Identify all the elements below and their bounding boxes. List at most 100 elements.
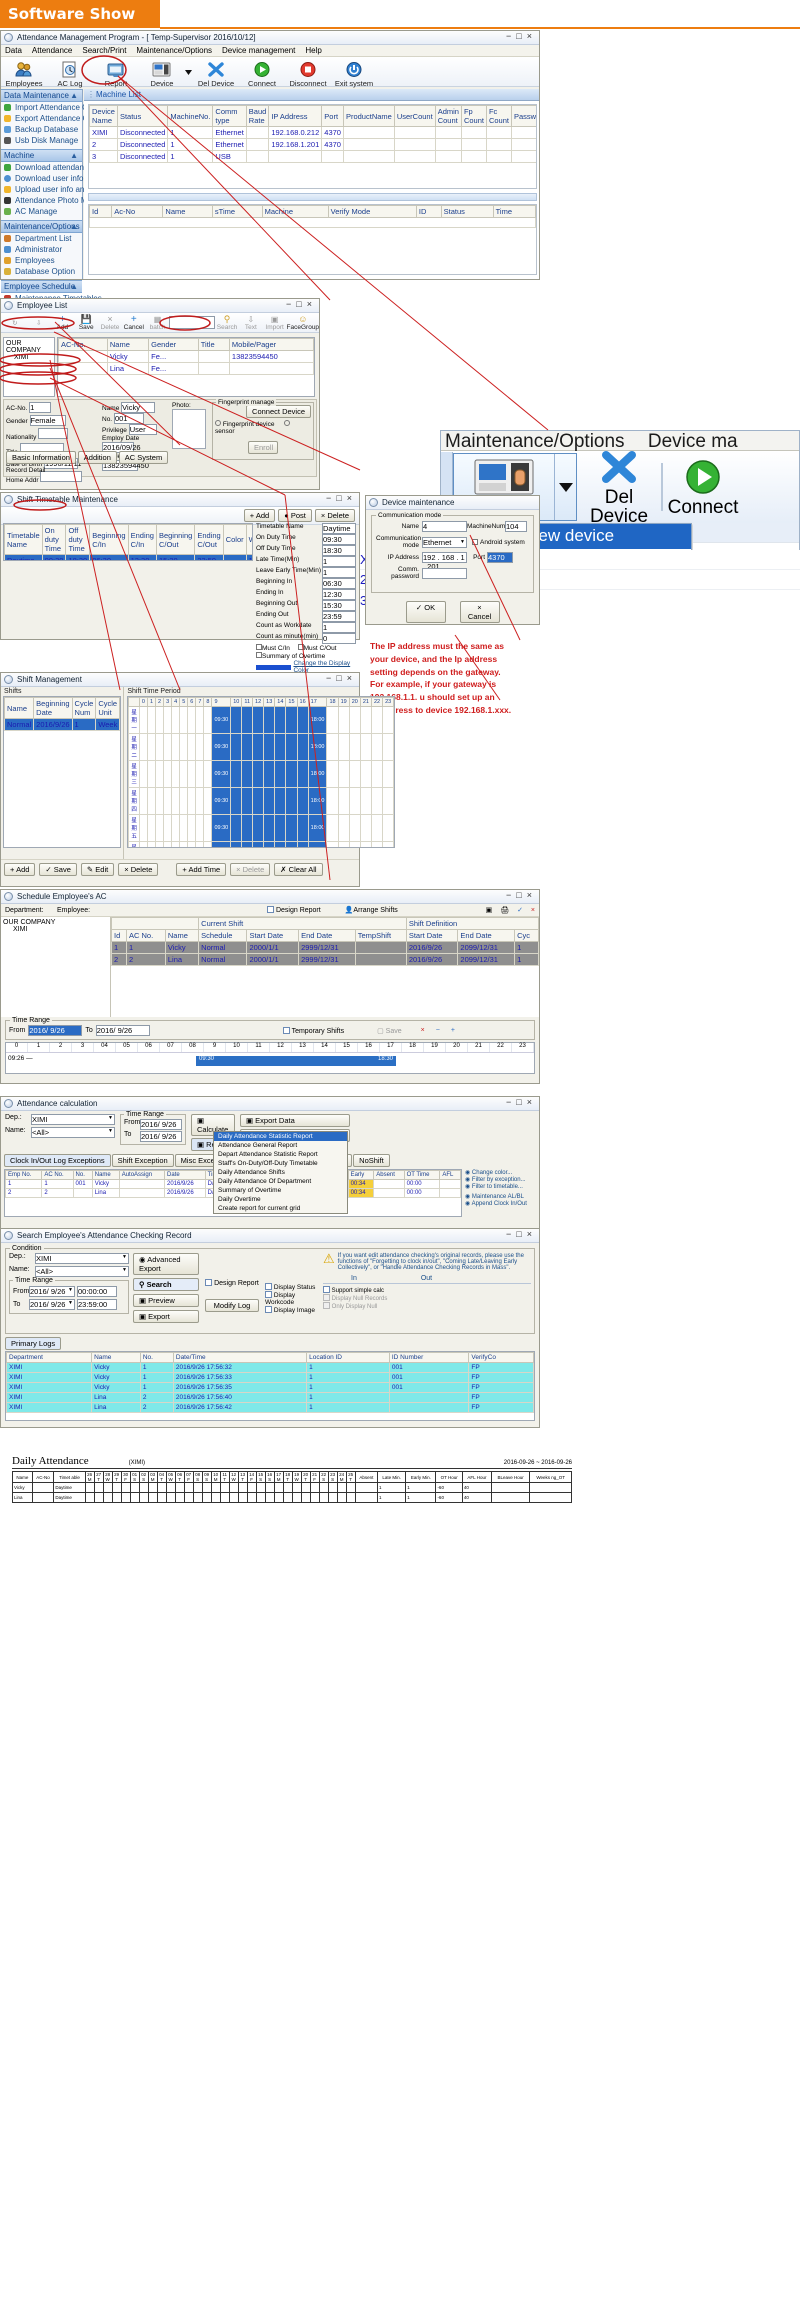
hour-cell[interactable] xyxy=(359,787,372,815)
toolbar-connect[interactable]: Connect xyxy=(239,57,285,88)
sidebar-item-usb-disk-manage[interactable]: Usb Disk Manage xyxy=(1,135,82,146)
hour-cell[interactable] xyxy=(382,841,395,847)
shift-start-cell[interactable]: 09:30 xyxy=(211,760,232,788)
table-row[interactable]: Daytime 09:30 18:30 06:30 12:30 15:30 23:59 1 xyxy=(4,554,252,560)
table-row[interactable]: XIMI Vicky 1 2016/9/26 17:56:33 1 001 FP xyxy=(6,1372,534,1383)
link-filter-by-exception[interactable]: ◉ Filter by exception... xyxy=(465,1176,536,1183)
save-button[interactable]: 💾 Save xyxy=(74,314,98,331)
table-row[interactable]: XIMI Lina 2 2016/9/26 17:56:40 1 FP xyxy=(6,1392,534,1403)
hour-cell[interactable] xyxy=(203,814,213,842)
table-row[interactable]: XIMI Lina 2 2016/9/26 17:56:42 1 FP xyxy=(6,1402,534,1413)
cancel-button[interactable]: × Cancel xyxy=(459,601,500,623)
toolbar-report[interactable]: Report xyxy=(93,57,139,88)
hour-cell[interactable] xyxy=(187,760,197,788)
toolbar-exit-system[interactable]: Exit system xyxy=(331,57,377,88)
table-row[interactable]: 3 Disconnected 1 USB xyxy=(89,150,536,163)
hour-cell[interactable] xyxy=(285,733,298,761)
hour-cell[interactable] xyxy=(285,841,298,847)
hour-cell[interactable] xyxy=(138,760,148,788)
hour-cell[interactable] xyxy=(230,814,243,842)
calc-side-links[interactable]: ◉ Change color... ◉ Filter by exception.… xyxy=(462,1169,536,1217)
hour-cell[interactable] xyxy=(359,733,372,761)
sidebar-item-import-data[interactable]: Import Attendance Checking Data xyxy=(1,102,135,113)
timetable-name-input[interactable]: Daytime xyxy=(322,523,356,534)
hour-cell[interactable] xyxy=(348,787,361,815)
hour-cell[interactable] xyxy=(179,760,189,788)
hour-cell[interactable] xyxy=(370,733,384,761)
leave-early-input[interactable]: 1 xyxy=(322,567,356,578)
hour-cell[interactable] xyxy=(230,706,243,734)
table-row[interactable]: XIMI Vicky 1 2016/9/26 17:56:32 1 001 FP xyxy=(6,1362,534,1373)
schedule-ac-actions[interactable]: ▣ 🖨 ✓ × xyxy=(486,906,535,914)
table-row[interactable]: Normal 2016/9/26 1 Week xyxy=(4,718,121,731)
table-row[interactable]: XIMI Vicky 1 2016/9/26 17:56:35 1 001 FP xyxy=(6,1382,534,1393)
hour-cell[interactable] xyxy=(337,841,350,847)
hour-cell[interactable] xyxy=(187,814,197,842)
sidebar-item-backup-database[interactable]: Backup Database xyxy=(1,124,82,135)
hour-cell[interactable] xyxy=(146,814,157,842)
report-menu-item-4[interactable]: Daily Attendance Shifts xyxy=(214,1168,347,1177)
hour-cell[interactable] xyxy=(230,787,243,815)
employee-search-input[interactable] xyxy=(169,316,216,329)
hour-cell[interactable] xyxy=(263,760,276,788)
link-append-clock-in-out[interactable]: ◉ Append Clock In/Out xyxy=(465,1200,536,1207)
hour-cell[interactable] xyxy=(187,841,197,847)
toolbar-employees[interactable]: Employees xyxy=(1,57,47,88)
export-data-button[interactable]: ▣ Export Data xyxy=(240,1114,350,1127)
to-date-input[interactable]: 2016/ 9/26 xyxy=(95,1025,150,1036)
hour-cell[interactable] xyxy=(252,733,265,761)
add-timetable-button[interactable]: + Add xyxy=(243,509,276,522)
report-menu-item-5[interactable]: Daily Attendance Of Department xyxy=(214,1177,347,1186)
count-minute-input[interactable]: 0 xyxy=(322,633,356,644)
hour-cell[interactable] xyxy=(154,760,165,788)
tab-primary-logs[interactable]: Primary Logs xyxy=(5,1337,62,1350)
hour-cell[interactable] xyxy=(382,787,395,815)
enroll-button[interactable]: Enroll xyxy=(248,441,278,454)
hour-cell[interactable] xyxy=(382,733,395,761)
hour-cell[interactable] xyxy=(370,814,384,842)
hour-cell[interactable] xyxy=(171,814,181,842)
checkbox-display-image[interactable] xyxy=(265,1306,272,1313)
sidebar-item-export-data[interactable]: Export Attendance Checking Data xyxy=(1,113,135,124)
hour-cell[interactable] xyxy=(163,787,173,815)
dept-child[interactable]: XIMI xyxy=(6,354,52,361)
connect-device-button[interactable]: Connect Device xyxy=(246,405,311,418)
sidebar-item-download-user-info[interactable]: Download user info and Fp xyxy=(1,173,111,184)
shift-start-cell[interactable]: 09:30 xyxy=(211,733,232,761)
toolbar-disconnect[interactable]: Disconnect xyxy=(285,57,331,88)
shifts-table[interactable]: Name Beginning Date Cycle Num Cycle Unit Nor… xyxy=(4,697,121,731)
link-filter-to-timetable[interactable]: ◉ Filter to timetable... xyxy=(465,1183,536,1190)
hour-cell[interactable] xyxy=(230,733,243,761)
hour-cell[interactable] xyxy=(274,733,287,761)
gender-select[interactable]: Female xyxy=(29,415,66,426)
checkbox-design-report[interactable] xyxy=(205,1279,213,1286)
ip-address-input[interactable]: 192 . 168 . 1 . 201 xyxy=(422,552,467,571)
from-time-input[interactable]: 00:00:00 xyxy=(77,1286,117,1297)
employee-table[interactable]: AC-No. Name Gender Title Mobile/Pager Vicky Fe… xyxy=(58,338,314,375)
radio-fingerprint-device[interactable] xyxy=(215,420,221,426)
add-shift-button[interactable]: + Add xyxy=(4,863,36,876)
table-row[interactable]: Lina Fe... xyxy=(58,362,314,375)
report-menu-item-2[interactable]: Depart Attendance Statistic Report xyxy=(214,1150,347,1159)
hour-cell[interactable] xyxy=(370,841,384,847)
cancel-button[interactable]: + Cancel xyxy=(122,314,146,331)
hour-cell[interactable] xyxy=(274,706,287,734)
hour-cell[interactable] xyxy=(337,787,350,815)
nationality-field[interactable] xyxy=(38,428,69,439)
schedule-dept-tree[interactable]: OUR COMPANY XIMI xyxy=(1,917,111,1017)
hour-cell[interactable] xyxy=(370,706,384,734)
hour-cell[interactable] xyxy=(252,814,265,842)
main-menubar[interactable]: Data Attendance Search/Print Maintenance/Op… xyxy=(1,45,539,57)
hour-cell[interactable] xyxy=(296,760,309,788)
tab-ac-system[interactable]: AC System xyxy=(118,451,169,464)
menu-help[interactable]: Help xyxy=(305,46,321,55)
shift-end-cell[interactable]: 18:00 xyxy=(307,706,328,734)
name-select[interactable]: <All> ▼ xyxy=(35,1266,129,1277)
dept-root[interactable]: OUR COMPANY xyxy=(6,340,52,354)
report-menu-item-0[interactable]: Daily Attendance Statistic Report xyxy=(214,1132,347,1141)
hour-cell[interactable] xyxy=(382,760,395,788)
hour-cell[interactable] xyxy=(348,841,361,847)
hour-cell[interactable] xyxy=(241,841,254,847)
hour-cell[interactable] xyxy=(382,814,395,842)
hour-cell[interactable] xyxy=(382,706,395,734)
